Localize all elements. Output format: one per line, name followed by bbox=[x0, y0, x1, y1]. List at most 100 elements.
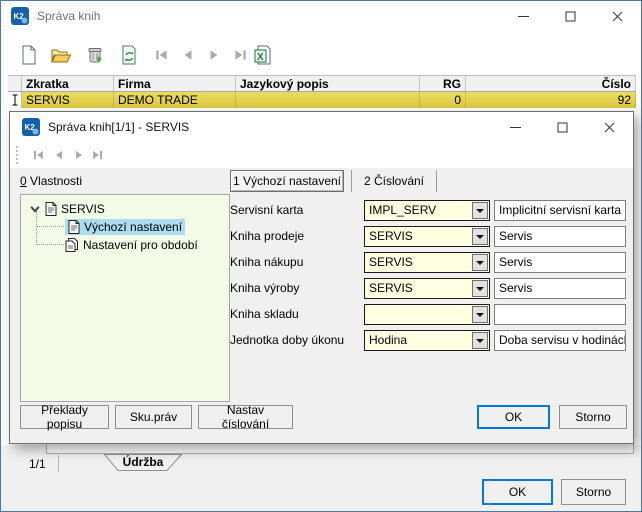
tab-cislovani[interactable]: 2 Číslování bbox=[351, 170, 437, 192]
refresh-icon[interactable] bbox=[117, 43, 141, 67]
first-record-icon[interactable] bbox=[32, 148, 46, 162]
nastav-cislovani-button[interactable]: Nastav číslování bbox=[198, 405, 293, 429]
k2-app-icon: K2 bbox=[22, 118, 40, 136]
dialog-titlebar: K2 Správa knih[1/1] - SERVIS bbox=[10, 112, 633, 142]
cell-jazykovy-popis bbox=[236, 92, 420, 108]
field-label-kniha-skladu: Kniha skladu bbox=[230, 304, 360, 324]
k2-app-icon: K2 bbox=[11, 7, 29, 25]
tree-node-vychozi-nastaveni[interactable]: Výchozí nastavení bbox=[65, 219, 185, 235]
dialog-ok-button[interactable]: OK bbox=[477, 405, 550, 429]
dialog-minimize-icon[interactable] bbox=[492, 112, 539, 142]
dropdown-arrow-icon[interactable] bbox=[472, 306, 488, 323]
tree-node-label: Nastavení pro období bbox=[83, 238, 198, 252]
header-firma[interactable]: Firma bbox=[114, 76, 236, 91]
main-titlebar: K2 Správa knih bbox=[1, 1, 641, 31]
tree-selection: Výchozí nastavení bbox=[65, 219, 185, 235]
combo-value: Hodina bbox=[369, 333, 407, 347]
document-icon bbox=[68, 220, 80, 234]
window-title: Správa knih bbox=[37, 9, 100, 23]
dialog-maximize-icon[interactable] bbox=[539, 112, 586, 142]
desc-kniha-nakupu[interactable]: Servis bbox=[494, 252, 626, 273]
combo-kniha-vyroby[interactable]: SERVIS bbox=[364, 278, 490, 299]
header-jazykovy-popis[interactable]: Jazykový popis bbox=[236, 76, 420, 91]
tree-connector bbox=[36, 226, 64, 227]
tree-node-servis[interactable]: SERVIS bbox=[29, 201, 105, 217]
next-record-icon[interactable] bbox=[202, 43, 226, 67]
close-icon[interactable] bbox=[594, 1, 641, 31]
tree-node-nastaveni-pro-obdobi[interactable]: Nastavení pro období bbox=[65, 237, 198, 253]
cell-rg: 0 bbox=[420, 92, 466, 108]
header-rg[interactable]: RG bbox=[420, 76, 466, 91]
last-record-icon[interactable] bbox=[90, 148, 104, 162]
toolbar-drag-handle[interactable] bbox=[16, 146, 18, 164]
properties-tree: SERVIS Výchozí nastavení Nastavení pro o… bbox=[20, 194, 230, 402]
svg-text:X: X bbox=[257, 52, 264, 63]
open-icon[interactable] bbox=[49, 43, 73, 67]
dropdown-arrow-icon[interactable] bbox=[472, 280, 488, 297]
cell-firma: DEMO TRADE bbox=[114, 92, 236, 108]
dialog-title: Správa knih[1/1] - SERVIS bbox=[48, 120, 189, 134]
desc-kniha-vyroby[interactable]: Servis bbox=[494, 278, 626, 299]
combo-kniha-skladu[interactable] bbox=[364, 304, 490, 325]
tab-label: 1 Výchozí nastavení bbox=[233, 174, 341, 188]
record-cursor-icon bbox=[8, 92, 22, 108]
books-table: Zkratka Firma Jazykový popis RG Číslo SE… bbox=[8, 75, 636, 108]
last-record-icon[interactable] bbox=[228, 43, 252, 67]
dialog-toolbar bbox=[10, 142, 633, 168]
dialog-close-icon[interactable] bbox=[586, 112, 633, 142]
next-record-icon[interactable] bbox=[72, 148, 86, 162]
dialog-sprava-knih: K2 Správa knih[1/1] - SERVIS 0 Vlastnost… bbox=[9, 111, 634, 444]
new-document-icon[interactable] bbox=[17, 43, 41, 67]
desc-servisni-karta[interactable]: Implicitní servisní karta bbox=[494, 200, 626, 221]
dropdown-arrow-icon[interactable] bbox=[472, 254, 488, 271]
maximize-icon[interactable] bbox=[547, 1, 594, 31]
tab-vychozi-nastaveni[interactable]: 1 Výchozí nastavení bbox=[230, 170, 344, 192]
combo-value: SERVIS bbox=[369, 255, 413, 269]
combo-value: SERVIS bbox=[369, 229, 413, 243]
delete-icon[interactable] bbox=[83, 43, 107, 67]
header-cursor-column bbox=[8, 76, 22, 91]
combo-kniha-prodeje[interactable]: SERVIS bbox=[364, 226, 490, 247]
dropdown-arrow-icon[interactable] bbox=[472, 202, 488, 219]
chevron-down-icon bbox=[29, 203, 41, 215]
document-icon bbox=[45, 202, 57, 216]
tab-udrzba-label: Údržba bbox=[104, 454, 182, 470]
header-zkratka[interactable]: Zkratka bbox=[22, 76, 114, 91]
sku-prav-button[interactable]: Sku.práv bbox=[115, 405, 192, 429]
dialog-storno-button[interactable]: Storno bbox=[559, 405, 627, 429]
properties-label: 0 Vlastnosti bbox=[20, 174, 82, 188]
tree-node-label: SERVIS bbox=[61, 202, 105, 216]
previous-record-icon[interactable] bbox=[176, 43, 200, 67]
combo-servisni-karta[interactable]: IMPL_SERV bbox=[364, 200, 490, 221]
tree-connector bbox=[36, 244, 64, 245]
first-record-icon[interactable] bbox=[150, 43, 174, 67]
cell-zkratka: SERVIS bbox=[22, 92, 114, 108]
desc-kniha-skladu[interactable] bbox=[494, 304, 626, 325]
header-cislo[interactable]: Číslo bbox=[466, 76, 636, 91]
main-ok-button[interactable]: OK bbox=[482, 479, 553, 505]
desc-jednotka-doby-ukonu[interactable]: Doba servisu v hodinách bbox=[494, 330, 626, 351]
main-storno-button[interactable]: Storno bbox=[561, 479, 626, 505]
preklady-popisu-button[interactable]: Překlady popisu bbox=[20, 405, 109, 429]
dropdown-arrow-icon[interactable] bbox=[472, 332, 488, 349]
minimize-icon[interactable] bbox=[500, 1, 547, 31]
cell-cislo: 92 bbox=[466, 92, 636, 108]
combo-value: SERVIS bbox=[369, 281, 413, 295]
table-row[interactable]: SERVIS DEMO TRADE 0 92 bbox=[8, 92, 636, 108]
field-label-kniha-prodeje: Kniha prodeje bbox=[230, 226, 360, 246]
dropdown-arrow-icon[interactable] bbox=[472, 228, 488, 245]
record-counter: 1/1 bbox=[29, 457, 46, 471]
field-label-kniha-vyroby: Kniha výroby bbox=[230, 278, 360, 298]
tab-udrzba[interactable]: Údržba bbox=[104, 454, 182, 471]
main-window: K2 Správa knih X Zkratka bbox=[0, 0, 642, 512]
field-label-jednotka-doby-ukonu: Jednotka doby úkonu bbox=[230, 330, 360, 350]
tab-label: 2 Číslování bbox=[364, 174, 424, 188]
combo-value: IMPL_SERV bbox=[369, 203, 436, 217]
export-excel-icon[interactable]: X bbox=[251, 43, 275, 67]
previous-record-icon[interactable] bbox=[52, 148, 66, 162]
combo-kniha-nakupu[interactable]: SERVIS bbox=[364, 252, 490, 273]
desc-kniha-prodeje[interactable]: Servis bbox=[494, 226, 626, 247]
field-label-kniha-nakupu: Kniha nákupu bbox=[230, 252, 360, 272]
tree-node-label: Výchozí nastavení bbox=[84, 220, 182, 234]
combo-jednotka-doby-ukonu[interactable]: Hodina bbox=[364, 330, 490, 351]
